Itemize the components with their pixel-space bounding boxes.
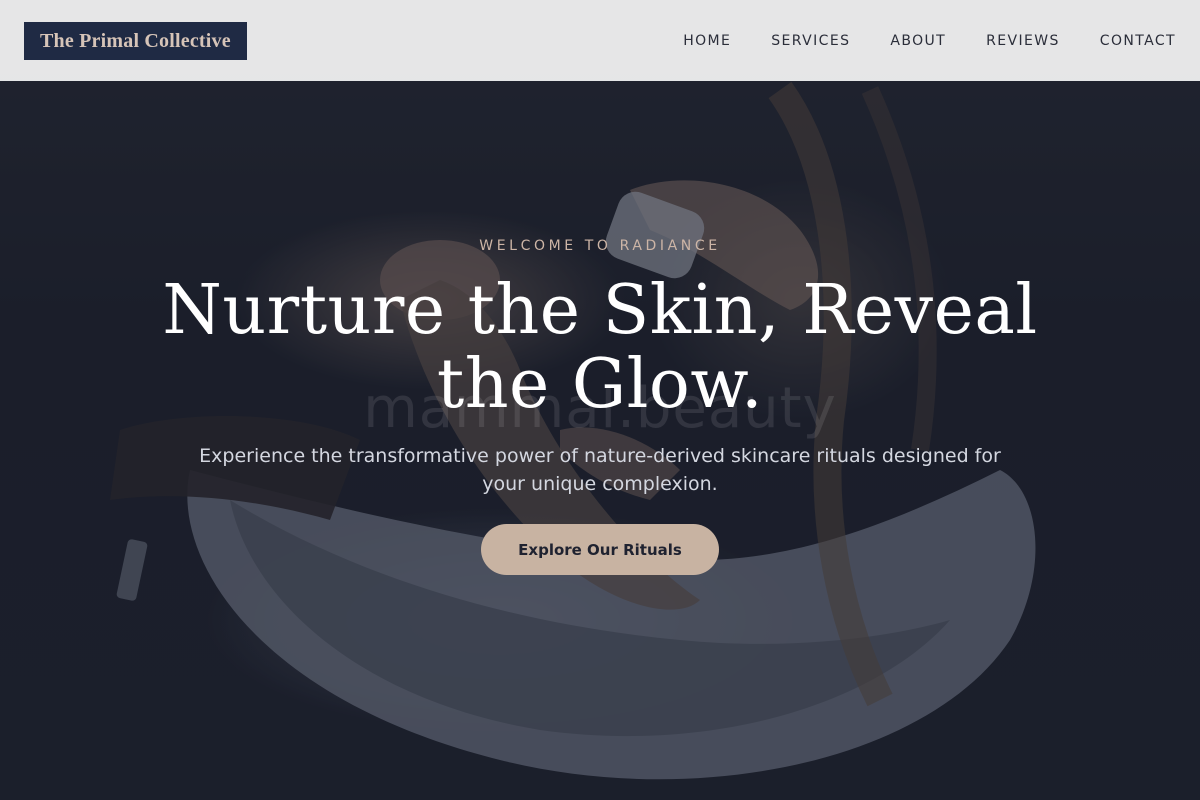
explore-rituals-button[interactable]: Explore Our Rituals: [481, 524, 719, 575]
hero-headline: Nurture the Skin, Reveal the Glow.: [162, 271, 1038, 424]
main-nav: HOME SERVICES ABOUT REVIEWS CONTACT: [683, 33, 1176, 49]
brand-logo[interactable]: The Primal Collective: [24, 21, 247, 60]
site-header: The Primal Collective HOME SERVICES ABOU…: [0, 0, 1200, 81]
nav-home[interactable]: HOME: [683, 33, 731, 49]
nav-contact[interactable]: CONTACT: [1100, 33, 1176, 49]
nav-about[interactable]: ABOUT: [890, 33, 946, 49]
hero-subtext: Experience the transformative power of n…: [199, 445, 1001, 495]
nav-services[interactable]: SERVICES: [771, 33, 850, 49]
hero-section: mammal.beauty WELCOME TO RADIANCE Nurtur…: [0, 0, 1200, 800]
page: The Primal Collective HOME SERVICES ABOU…: [0, 0, 1200, 800]
nav-reviews[interactable]: REVIEWS: [986, 33, 1060, 49]
hero-eyebrow: WELCOME TO RADIANCE: [479, 238, 721, 254]
